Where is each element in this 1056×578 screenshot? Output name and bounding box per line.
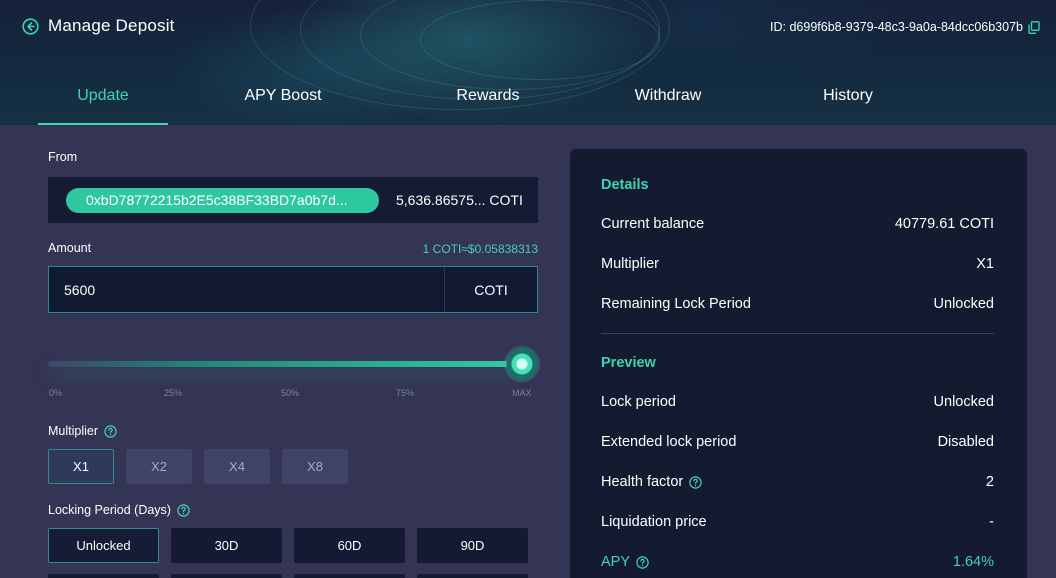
slider-tick[interactable]: 25%	[164, 388, 182, 398]
preview-label-wrap: APY	[601, 554, 649, 570]
tab-apy-boost[interactable]: APY Boost	[168, 84, 398, 125]
amount-label: Amount	[48, 241, 92, 255]
preview-label: Liquidation price	[601, 514, 707, 530]
title-row: Manage Deposit	[22, 16, 175, 36]
tab-update[interactable]: Update	[38, 84, 168, 125]
lock-90d-button[interactable]: 90D	[417, 528, 528, 563]
back-arrow-icon[interactable]	[22, 17, 39, 35]
preview-value: Disabled	[937, 434, 994, 450]
slider-thumb[interactable]	[504, 346, 540, 382]
tab-rewards[interactable]: Rewards	[398, 84, 578, 125]
tab-bar: Update APY Boost Rewards Withdraw Histor…	[38, 84, 938, 125]
preview-row: Liquidation price -	[601, 514, 994, 530]
multiplier-options: X1 X2 X4 X8	[48, 449, 348, 484]
lock-option-button[interactable]	[48, 574, 159, 578]
preview-row: Extended lock period Disabled	[601, 434, 994, 450]
preview-value: -	[989, 514, 994, 530]
apy-label: APY	[601, 554, 631, 570]
lock-60d-button[interactable]: 60D	[294, 528, 405, 563]
update-form: From 0xbD78772215b2E5c38BF33BD7a0b7d... …	[48, 150, 540, 578]
slider-tick[interactable]: MAX	[512, 388, 532, 398]
lock-option-button[interactable]	[171, 574, 282, 578]
summary-panel: Details Current balance 40779.61 COTI Mu…	[570, 149, 1027, 578]
preview-row: APY 1.64%	[601, 554, 994, 570]
detail-row: Current balance 40779.61 COTI	[601, 216, 994, 232]
preview-label: Health factor	[601, 474, 684, 490]
multiplier-x2-button[interactable]: X2	[126, 449, 192, 484]
exchange-rate: 1 COTI≈$0.05838313	[422, 242, 538, 256]
slider-ticks: 0% 25% 50% 75% MAX	[48, 388, 538, 402]
amount-field: COTI	[48, 266, 538, 313]
help-icon[interactable]	[104, 424, 117, 438]
header-decoration	[420, 0, 660, 80]
from-label: From	[48, 150, 78, 164]
slider-fill	[48, 361, 522, 367]
detail-value: X1	[976, 256, 994, 272]
help-icon[interactable]	[177, 503, 190, 517]
preview-value: 2	[985, 474, 994, 490]
help-icon[interactable]	[636, 555, 649, 569]
locking-label-row: Locking Period (Days)	[48, 503, 190, 517]
preview-label-wrap: Health factor	[601, 474, 702, 490]
detail-label: Current balance	[601, 216, 705, 232]
amount-input[interactable]	[49, 267, 445, 312]
page-title: Manage Deposit	[48, 16, 175, 35]
apy-value: 1.64%	[952, 554, 994, 570]
page-header: Manage Deposit ID: d699f6b8-9379-48c3-9a…	[0, 0, 1056, 125]
tab-history[interactable]: History	[758, 84, 938, 125]
detail-row: Multiplier X1	[601, 256, 994, 272]
lock-unlocked-button[interactable]: Unlocked	[48, 528, 159, 563]
lock-option-button[interactable]	[417, 574, 528, 578]
lock-30d-button[interactable]: 30D	[171, 528, 282, 563]
lock-period-options: Unlocked 30D 60D 90D	[48, 528, 528, 563]
locking-period-label: Locking Period (Days)	[48, 503, 171, 517]
detail-value: Unlocked	[933, 296, 994, 312]
tab-withdraw[interactable]: Withdraw	[578, 84, 758, 125]
from-balance: 5,636.86575... COTI	[396, 192, 523, 208]
multiplier-label: Multiplier	[48, 424, 99, 438]
from-account[interactable]: 0xbD78772215b2E5c38BF33BD7a0b7d... 5,636…	[48, 177, 538, 223]
slider-tick[interactable]: 0%	[49, 388, 62, 398]
deposit-id: ID: d699f6b8-9379-48c3-9a0a-84dcc06b307b	[770, 20, 1040, 34]
multiplier-x8-button[interactable]: X8	[282, 449, 348, 484]
preview-label: Lock period	[601, 394, 676, 410]
detail-row: Remaining Lock Period Unlocked	[601, 296, 994, 312]
lock-period-options-more	[48, 574, 528, 578]
preview-row: Lock period Unlocked	[601, 394, 994, 410]
preview-label: Extended lock period	[601, 434, 737, 450]
preview-value: Unlocked	[933, 394, 994, 410]
multiplier-label-row: Multiplier	[48, 424, 117, 438]
amount-unit: COTI	[474, 281, 508, 298]
preview-title: Preview	[601, 355, 656, 371]
divider	[601, 333, 994, 334]
multiplier-x4-button[interactable]: X4	[204, 449, 270, 484]
lock-option-button[interactable]	[294, 574, 405, 578]
deposit-id-text: ID: d699f6b8-9379-48c3-9a0a-84dcc06b307b	[770, 20, 1023, 34]
amount-slider[interactable]	[48, 346, 540, 386]
detail-label: Multiplier	[601, 256, 660, 272]
slider-tick[interactable]: 75%	[396, 388, 414, 398]
detail-value: 40779.61 COTI	[894, 216, 994, 232]
slider-tick[interactable]: 50%	[281, 388, 299, 398]
details-title: Details	[601, 177, 649, 193]
preview-row: Health factor 2	[601, 474, 994, 490]
help-icon[interactable]	[689, 475, 702, 489]
copy-icon[interactable]	[1028, 20, 1040, 34]
multiplier-x1-button[interactable]: X1	[48, 449, 114, 484]
from-address-pill[interactable]: 0xbD78772215b2E5c38BF33BD7a0b7d...	[66, 187, 379, 213]
detail-label: Remaining Lock Period	[601, 296, 751, 312]
